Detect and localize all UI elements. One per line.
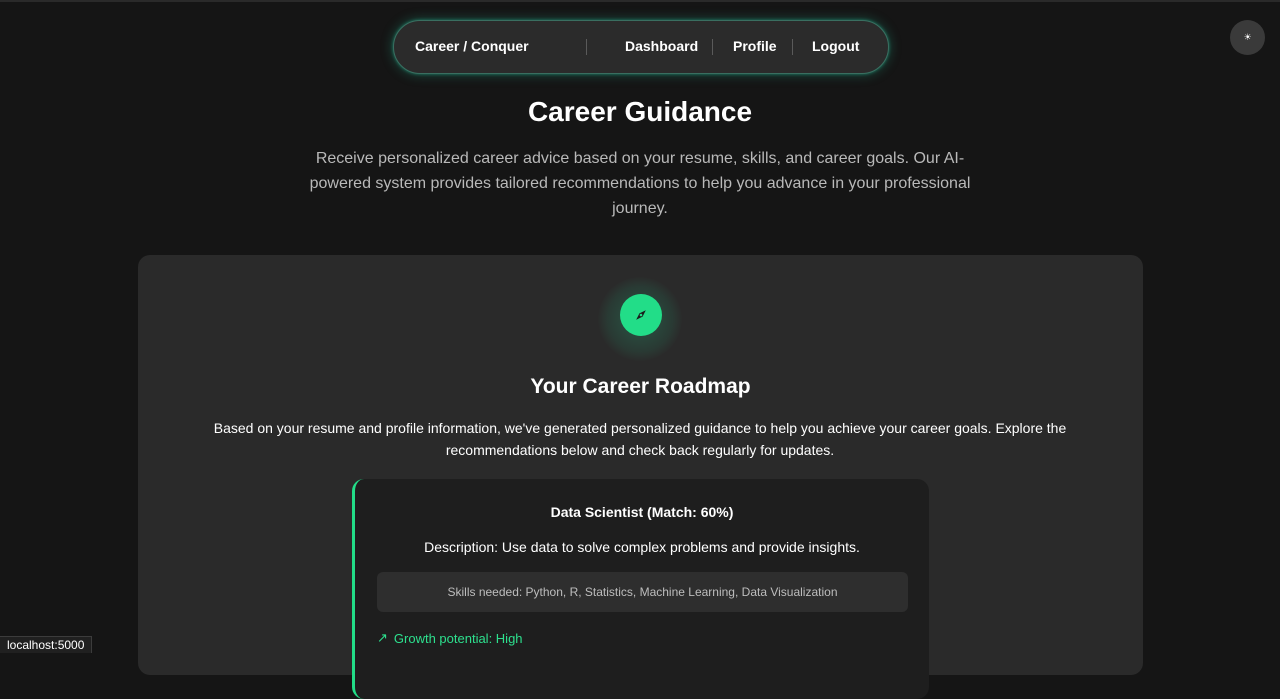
career-recommendation: Data Scientist (Match: 60%) Description:…	[352, 479, 929, 699]
roadmap-title: Your Career Roadmap	[530, 375, 751, 398]
sun-icon: ☀	[1243, 32, 1252, 42]
roadmap-description: Based on your resume and profile informa…	[213, 420, 1067, 458]
page-title: Career Guidance	[527, 96, 753, 127]
nav-link-logout[interactable]: Logout	[812, 38, 859, 54]
nav-divider	[712, 39, 713, 55]
nav-divider	[792, 39, 793, 55]
brand-logo[interactable]: Career / Conquer	[415, 38, 529, 54]
skills-text: Skills needed: Python, R, Statistics, Ma…	[447, 585, 838, 599]
skills-needed: Skills needed: Python, R, Statistics, Ma…	[377, 572, 908, 612]
growth-text: Growth potential: High	[393, 630, 523, 646]
theme-toggle-button[interactable]: ☀	[1230, 20, 1265, 55]
nav-link-dashboard[interactable]: Dashboard	[625, 38, 698, 54]
top-divider	[0, 0, 1280, 2]
compass-icon	[620, 294, 662, 336]
recommendation-title: Data Scientist (Match: 60%)	[550, 504, 734, 520]
recommendation-description: Description: Use data to solve complex p…	[424, 539, 860, 555]
trend-up-icon: ↗	[377, 630, 388, 645]
nav-divider	[586, 39, 587, 55]
career-roadmap-card: Your Career Roadmap Based on your resume…	[138, 255, 1143, 699]
page-description: Receive personalized career advice based…	[309, 150, 971, 217]
nav-link-profile[interactable]: Profile	[733, 38, 777, 54]
growth-potential: ↗ Growth potential: High	[377, 630, 523, 646]
navbar: Career / Conquer Dashboard Profile Logou…	[393, 20, 889, 74]
status-bar-url: localhost:5000	[0, 636, 93, 653]
